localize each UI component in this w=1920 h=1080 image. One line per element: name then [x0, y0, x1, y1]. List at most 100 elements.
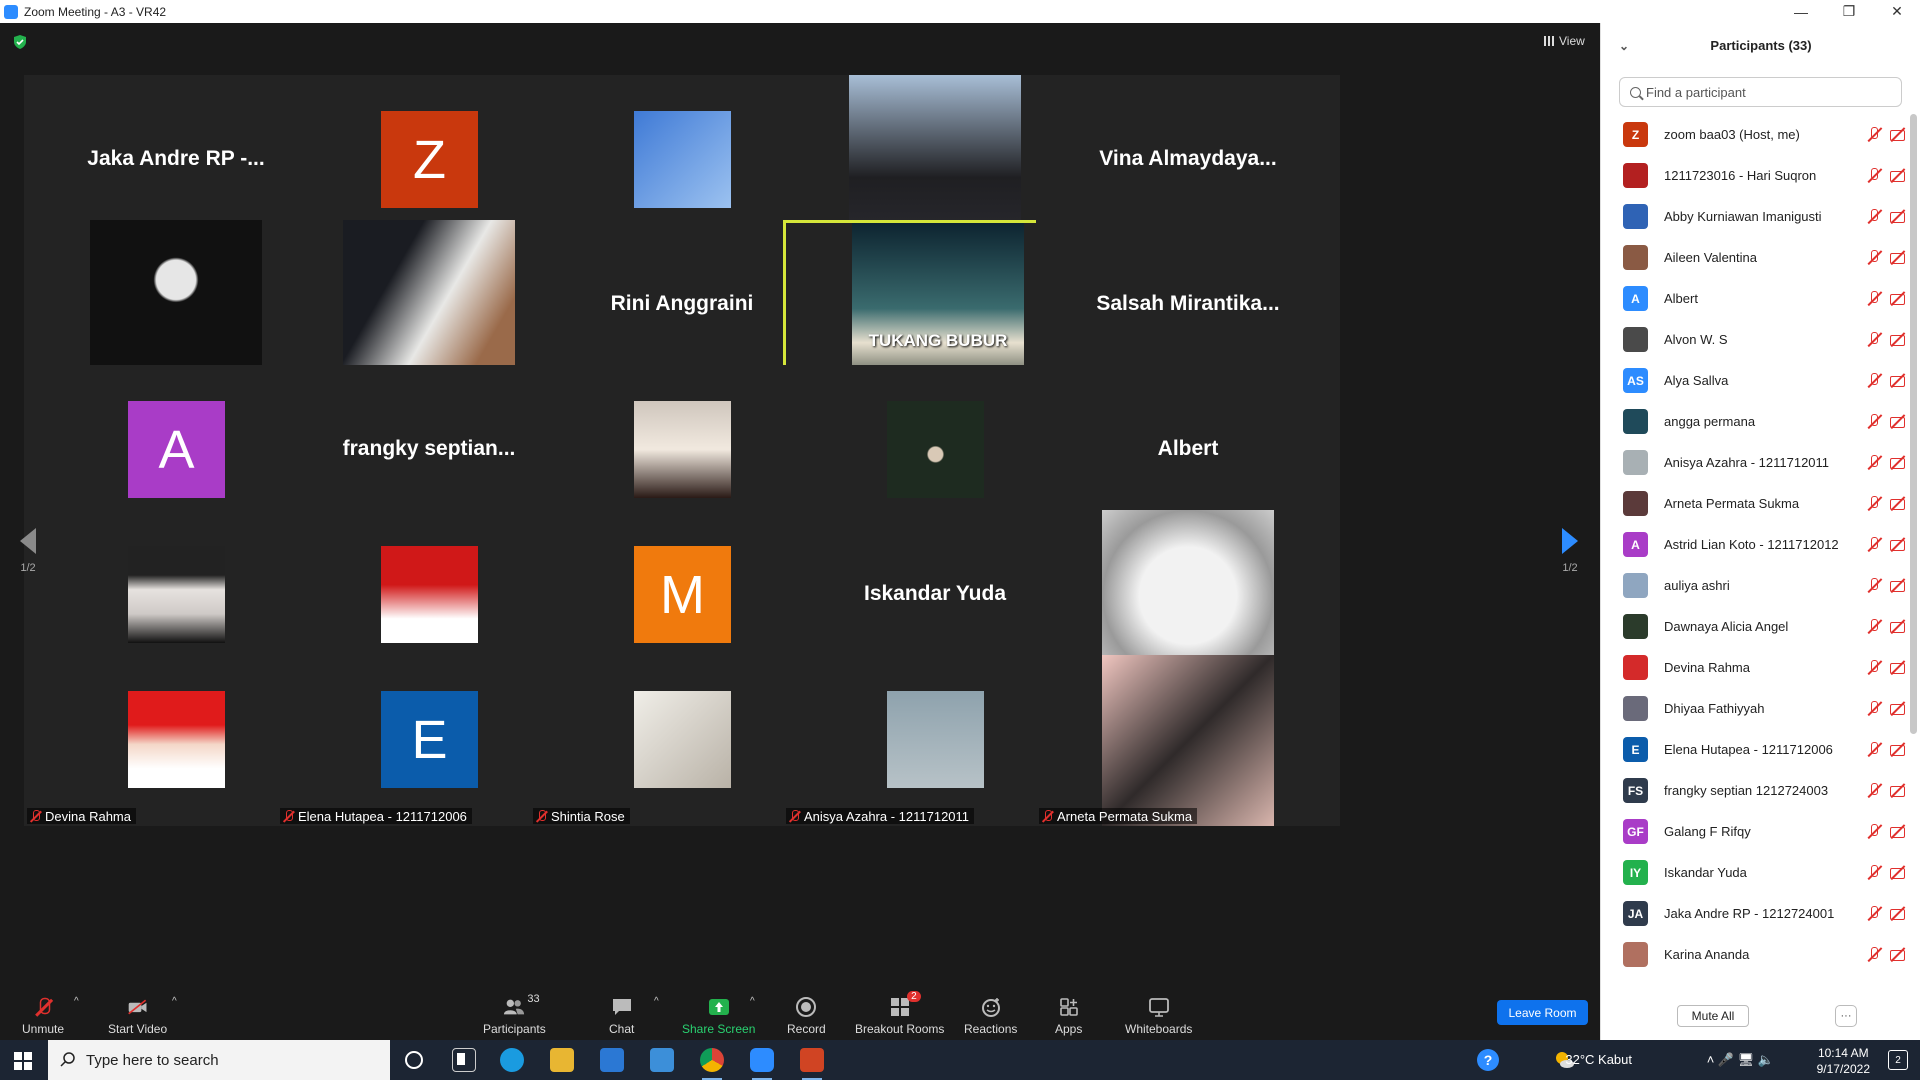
- more-options-button[interactable]: ···: [1835, 1005, 1857, 1027]
- participant-row[interactable]: Devina Rahma: [1601, 647, 1906, 688]
- muted-mic-icon[interactable]: [1866, 905, 1883, 922]
- muted-mic-icon[interactable]: [1866, 249, 1883, 266]
- video-options-caret-icon[interactable]: ^: [172, 996, 177, 1007]
- notifications-icon[interactable]: 2: [1888, 1050, 1908, 1070]
- participant-row[interactable]: auliya ashri: [1601, 565, 1906, 606]
- unmute-button[interactable]: Unmute: [22, 988, 64, 1036]
- participants-button[interactable]: 33 Participants: [483, 988, 546, 1036]
- taskbar-search-box[interactable]: Type here to search: [48, 1040, 390, 1080]
- video-off-icon[interactable]: [1889, 741, 1906, 758]
- share-screen-button[interactable]: Share Screen: [682, 988, 755, 1036]
- participant-row[interactable]: AS Alya Sallva: [1601, 360, 1906, 401]
- whiteboards-button[interactable]: Whiteboards: [1125, 988, 1192, 1036]
- participant-search-input[interactable]: Find a participant: [1619, 77, 1902, 107]
- maximize-button[interactable]: ❐: [1826, 0, 1872, 23]
- start-video-button[interactable]: Start Video: [108, 988, 167, 1036]
- weather-text[interactable]: 32°C Kabut: [1565, 1052, 1632, 1067]
- participant-row[interactable]: Abby Kurniawan Imanigusti: [1601, 196, 1906, 237]
- clock[interactable]: 10:14 AM 9/17/2022: [1817, 1045, 1870, 1077]
- video-off-icon[interactable]: [1889, 249, 1906, 266]
- muted-mic-icon[interactable]: [1866, 700, 1883, 717]
- system-icons[interactable]: ˄ 🎤 🖥 🔈: [1707, 1052, 1774, 1068]
- cortana-icon[interactable]: [405, 1051, 423, 1069]
- muted-mic-icon[interactable]: [1866, 331, 1883, 348]
- reactions-button[interactable]: Reactions: [964, 988, 1017, 1036]
- store-icon[interactable]: [600, 1048, 624, 1072]
- participant-list-scrollbar[interactable]: [1910, 114, 1917, 734]
- video-off-icon[interactable]: [1889, 905, 1906, 922]
- muted-mic-icon[interactable]: [1866, 782, 1883, 799]
- record-button[interactable]: Record: [787, 988, 826, 1036]
- close-button[interactable]: ✕: [1874, 0, 1920, 23]
- participant-row[interactable]: Arneta Permata Sukma: [1601, 483, 1906, 524]
- video-off-icon[interactable]: [1889, 823, 1906, 840]
- audio-options-caret-icon[interactable]: ^: [74, 996, 79, 1007]
- muted-mic-icon[interactable]: [1866, 372, 1883, 389]
- participant-row[interactable]: JA Jaka Andre RP - 1212724001: [1601, 893, 1906, 934]
- muted-mic-icon[interactable]: [1866, 290, 1883, 307]
- video-off-icon[interactable]: [1889, 536, 1906, 553]
- video-off-icon[interactable]: [1889, 618, 1906, 635]
- mute-all-button[interactable]: Mute All: [1677, 1005, 1749, 1027]
- video-off-icon[interactable]: [1889, 495, 1906, 512]
- muted-mic-icon[interactable]: [1866, 454, 1883, 471]
- breakout-rooms-button[interactable]: 2 Breakout Rooms: [855, 988, 944, 1036]
- help-icon[interactable]: ?: [1477, 1049, 1499, 1071]
- video-off-icon[interactable]: [1889, 659, 1906, 676]
- zoom-taskbar-icon[interactable]: [750, 1048, 774, 1080]
- video-off-icon[interactable]: [1889, 372, 1906, 389]
- video-off-icon[interactable]: [1889, 290, 1906, 307]
- windows-start-icon[interactable]: [14, 1052, 32, 1070]
- participant-row[interactable]: Alvon W. S: [1601, 319, 1906, 360]
- video-off-icon[interactable]: [1889, 413, 1906, 430]
- participant-row[interactable]: Dawnaya Alicia Angel: [1601, 606, 1906, 647]
- leave-room-button[interactable]: Leave Room: [1497, 1000, 1588, 1025]
- video-off-icon[interactable]: [1889, 782, 1906, 799]
- edge-browser-icon[interactable]: [500, 1048, 524, 1072]
- task-view-icon[interactable]: [452, 1048, 476, 1072]
- muted-mic-icon[interactable]: [1866, 536, 1883, 553]
- prev-page-button[interactable]: 1/2: [10, 501, 46, 601]
- encryption-shield-icon[interactable]: [12, 34, 28, 50]
- muted-mic-icon[interactable]: [1866, 126, 1883, 143]
- muted-mic-icon[interactable]: [1866, 864, 1883, 881]
- video-tile[interactable]: Arneta Permata Sukma: [1036, 655, 1340, 826]
- apps-button[interactable]: Apps: [1055, 988, 1082, 1036]
- participant-row[interactable]: IY Iskandar Yuda: [1601, 852, 1906, 893]
- participant-row[interactable]: Karina Ananda: [1601, 934, 1906, 975]
- video-off-icon[interactable]: [1889, 208, 1906, 225]
- video-off-icon[interactable]: [1889, 454, 1906, 471]
- participant-row[interactable]: Anisya Azahra - 1211712011: [1601, 442, 1906, 483]
- powerpoint-icon[interactable]: [800, 1048, 824, 1080]
- muted-mic-icon[interactable]: [1866, 495, 1883, 512]
- participant-row[interactable]: A Astrid Lian Koto - 1211712012: [1601, 524, 1906, 565]
- chat-button[interactable]: Chat: [609, 988, 634, 1036]
- video-off-icon[interactable]: [1889, 700, 1906, 717]
- muted-mic-icon[interactable]: [1866, 946, 1883, 963]
- collapse-chevron-icon[interactable]: ⌄: [1619, 39, 1629, 53]
- participant-row[interactable]: Aileen Valentina: [1601, 237, 1906, 278]
- muted-mic-icon[interactable]: [1866, 413, 1883, 430]
- minimize-button[interactable]: —: [1778, 0, 1824, 23]
- muted-mic-icon[interactable]: [1866, 167, 1883, 184]
- chat-options-caret-icon[interactable]: ^: [654, 996, 659, 1007]
- muted-mic-icon[interactable]: [1866, 659, 1883, 676]
- muted-mic-icon[interactable]: [1866, 618, 1883, 635]
- participant-row[interactable]: 1211723016 - Hari Suqron: [1601, 155, 1906, 196]
- mail-icon[interactable]: [650, 1048, 674, 1072]
- video-off-icon[interactable]: [1889, 167, 1906, 184]
- muted-mic-icon[interactable]: [1866, 741, 1883, 758]
- next-page-button[interactable]: 1/2: [1552, 501, 1588, 601]
- video-off-icon[interactable]: [1889, 577, 1906, 594]
- file-explorer-icon[interactable]: [550, 1048, 574, 1072]
- video-off-icon[interactable]: [1889, 126, 1906, 143]
- participant-row[interactable]: E Elena Hutapea - 1211712006: [1601, 729, 1906, 770]
- share-options-caret-icon[interactable]: ^: [750, 996, 755, 1007]
- participant-row[interactable]: A Albert: [1601, 278, 1906, 319]
- participant-row[interactable]: angga permana: [1601, 401, 1906, 442]
- view-button[interactable]: View: [1536, 31, 1593, 51]
- video-off-icon[interactable]: [1889, 864, 1906, 881]
- muted-mic-icon[interactable]: [1866, 577, 1883, 594]
- chrome-icon[interactable]: [700, 1048, 724, 1080]
- muted-mic-icon[interactable]: [1866, 208, 1883, 225]
